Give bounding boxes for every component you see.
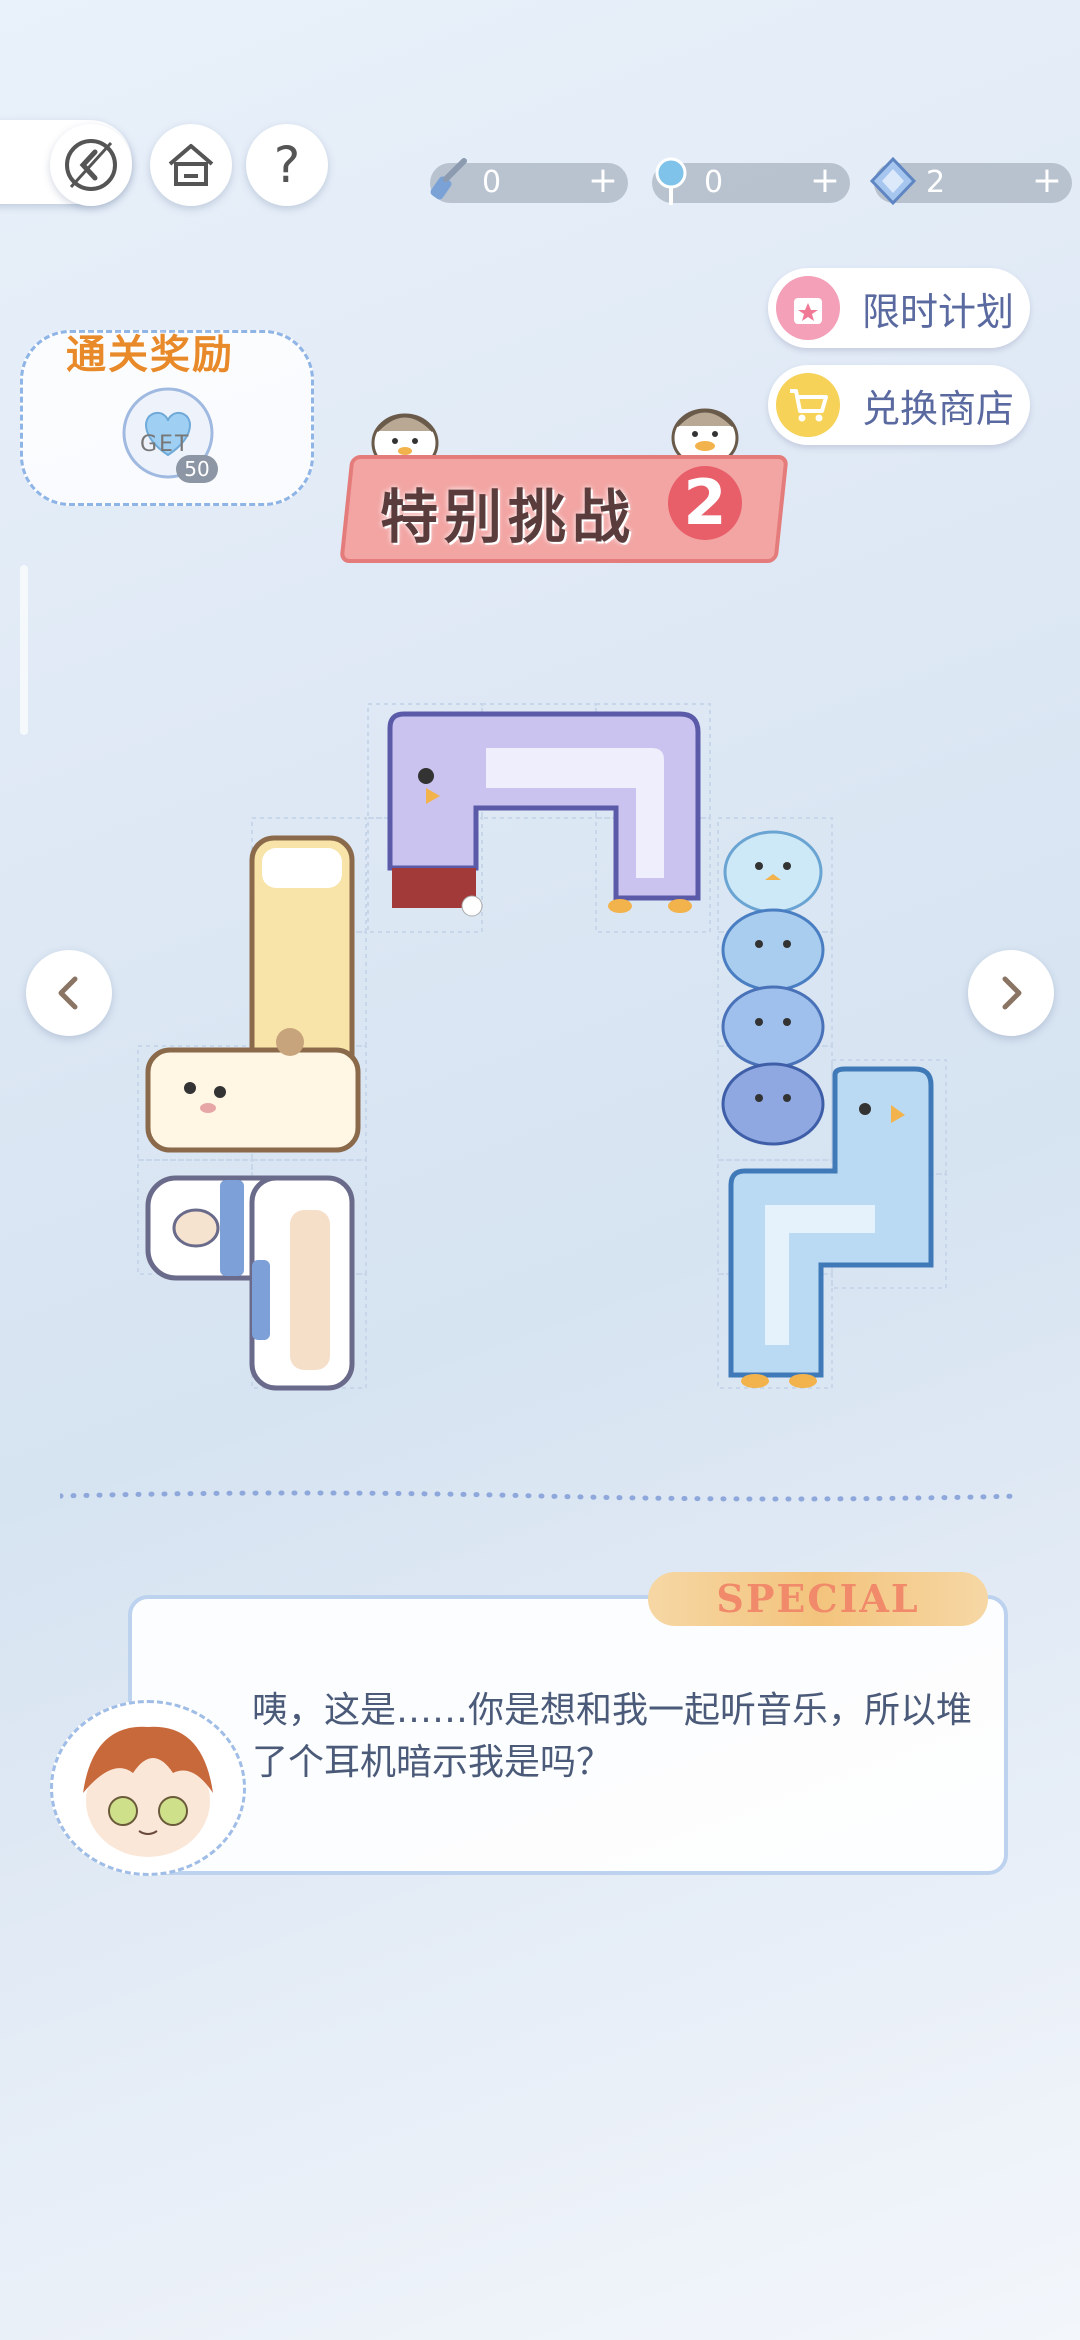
- back-arrow-icon: [65, 139, 117, 191]
- gift-icon: [776, 276, 840, 340]
- exchange-shop-label: 兑换商店: [862, 386, 1015, 431]
- scroll-track[interactable]: [20, 565, 28, 735]
- character-avatar: [50, 1700, 246, 1876]
- resource-diamond[interactable]: 2 +: [869, 156, 1072, 206]
- next-level-button[interactable]: [968, 950, 1054, 1036]
- purple-penguin-piece[interactable]: [380, 708, 710, 928]
- brush-icon: [430, 158, 467, 200]
- limited-plan-button[interactable]: 限时计划: [768, 268, 1030, 348]
- level-number: 2: [668, 466, 742, 540]
- home-button[interactable]: [150, 124, 232, 206]
- diamond-icon: [869, 156, 917, 206]
- resource-diamond-value: 2: [926, 165, 946, 200]
- special-tag: SPECIAL: [648, 1572, 988, 1626]
- lollipop-icon: [655, 157, 687, 205]
- limited-plan-label: 限时计划: [862, 289, 1015, 334]
- resource-lollipop-plus[interactable]: +: [810, 161, 840, 201]
- exchange-shop-button[interactable]: 兑换商店: [768, 365, 1030, 445]
- reward-get-label: GET: [140, 432, 191, 457]
- resource-diamond-plus[interactable]: +: [1032, 161, 1062, 201]
- reward-count-badge: 50: [176, 455, 218, 483]
- resource-brush[interactable]: 0 +: [430, 158, 628, 203]
- cart-icon: [776, 373, 840, 437]
- help-label: ?: [273, 136, 301, 194]
- blue-penguin-piece[interactable]: [725, 1065, 945, 1395]
- resource-lollipop[interactable]: 0 +: [652, 157, 850, 205]
- yellow-bear-piece[interactable]: [140, 830, 370, 1160]
- help-button[interactable]: ?: [246, 124, 328, 206]
- back-button[interactable]: [50, 124, 132, 206]
- resource-brush-value: 0: [482, 165, 502, 200]
- white-bear-piece[interactable]: [140, 1170, 370, 1400]
- resource-lollipop-value: 0: [704, 165, 724, 200]
- clear-reward-title: 通关奖励: [66, 331, 234, 378]
- resource-brush-plus[interactable]: +: [588, 161, 618, 201]
- dialogue-text: 咦，这是……你是想和我一起听音乐，所以堆了个耳机暗示我是吗？: [252, 1690, 973, 1783]
- home-icon: [168, 144, 214, 186]
- level-title: 特别挑战: [380, 483, 637, 551]
- chevron-left-icon: [58, 976, 78, 1010]
- chevron-right-icon: [1002, 976, 1022, 1010]
- dotted-divider: [60, 1490, 1020, 1502]
- character-face-icon: [83, 1726, 213, 1857]
- prev-level-button[interactable]: [26, 950, 112, 1036]
